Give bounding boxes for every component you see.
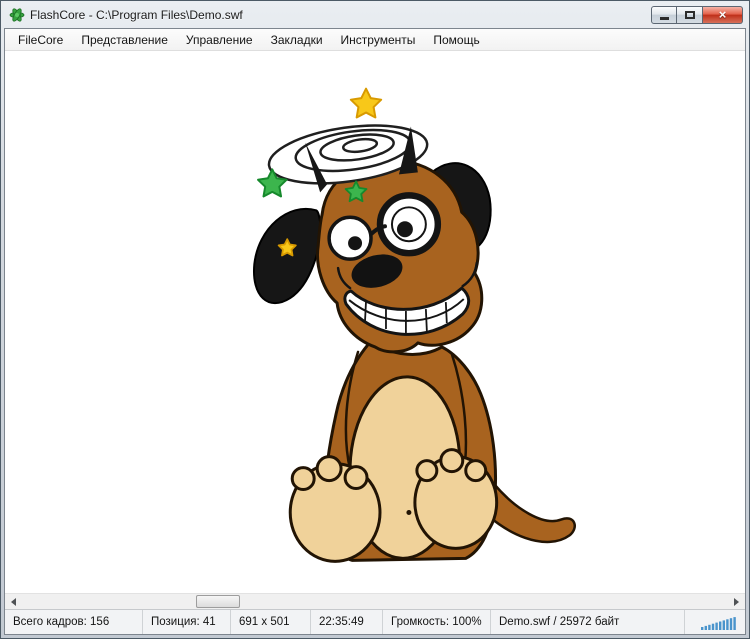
window-controls: × — [651, 5, 743, 24]
menu-item-view[interactable]: Представление — [72, 30, 177, 50]
menu-item-control[interactable]: Управление — [177, 30, 262, 50]
right-pupil — [396, 221, 413, 238]
maximize-icon — [684, 10, 695, 19]
dog-illustration — [253, 87, 576, 563]
flashcore-flower-icon[interactable] — [9, 7, 25, 23]
left-pupil — [348, 236, 363, 251]
status-bar: Всего кадров: 156 Позиция: 41 691 x 501 … — [5, 609, 745, 634]
menu-item-tools[interactable]: Инструменты — [332, 30, 425, 50]
close-button[interactable]: × — [703, 5, 743, 24]
left-toe — [315, 455, 343, 483]
status-time: 22:35:49 — [311, 610, 383, 634]
flash-stage — [5, 51, 745, 593]
status-dimensions: 691 x 501 — [231, 610, 311, 634]
right-toe — [464, 459, 488, 483]
scroll-right-button[interactable] — [728, 594, 745, 609]
status-volume: Громкость: 100% — [383, 610, 491, 634]
status-filename: Demo.swf / 25972 байт — [491, 610, 685, 634]
right-toe — [439, 448, 465, 474]
right-toe — [415, 459, 439, 483]
status-position: Позиция: 41 — [143, 610, 231, 634]
status-volume-indicator — [685, 610, 745, 634]
triangle-right-icon — [734, 597, 739, 606]
app-window: FlashCore - C:\Program Files\Demo.swf × … — [0, 0, 750, 639]
scrollbar-thumb[interactable] — [196, 595, 240, 608]
left-toe — [343, 465, 369, 491]
maximize-button[interactable] — [677, 5, 703, 24]
left-toe — [290, 466, 316, 492]
volume-bars-icon[interactable] — [700, 615, 738, 630]
left-ear — [253, 207, 322, 304]
horizontal-scrollbar[interactable] — [5, 593, 745, 609]
star-yellow-large — [349, 87, 383, 119]
menu-bar: FileCore Представление Управление Заклад… — [5, 29, 745, 51]
scrollbar-track[interactable] — [22, 594, 728, 609]
menu-item-filecore[interactable]: FileCore — [9, 30, 72, 50]
window-title: FlashCore - C:\Program Files\Demo.swf — [30, 7, 243, 22]
menu-item-bookmarks[interactable]: Закладки — [262, 30, 332, 50]
minimize-icon — [659, 16, 669, 20]
triangle-left-icon — [11, 597, 16, 606]
titlebar[interactable]: FlashCore - C:\Program Files\Demo.swf × — [4, 1, 746, 28]
status-total-frames: Всего кадров: 156 — [5, 610, 143, 634]
left-eye — [327, 215, 373, 261]
client-area: FileCore Представление Управление Заклад… — [4, 28, 746, 635]
belly-dot — [406, 509, 412, 515]
menu-item-help[interactable]: Помощь — [424, 30, 488, 50]
minimize-button[interactable] — [651, 5, 677, 24]
scroll-left-button[interactable] — [5, 594, 22, 609]
close-icon: × — [718, 7, 727, 22]
